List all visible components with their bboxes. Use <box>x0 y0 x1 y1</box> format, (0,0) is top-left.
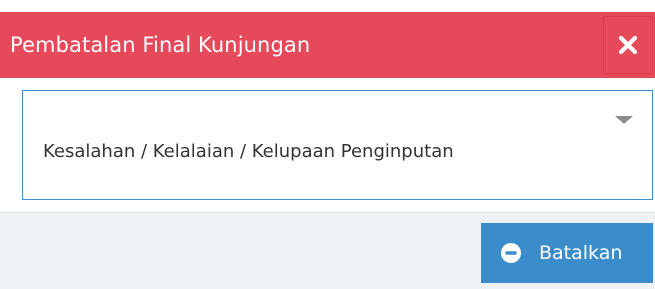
close-button[interactable] <box>603 16 653 74</box>
minus-circle-icon <box>501 243 521 263</box>
close-icon <box>618 35 638 55</box>
reason-select-value: Kesalahan / Kelalaian / Kelupaan Penginp… <box>43 141 454 162</box>
caret-down-icon <box>615 116 633 124</box>
dialog-footer: Batalkan <box>0 212 655 289</box>
dialog-title: Pembatalan Final Kunjungan <box>10 33 311 57</box>
cancel-visit-dialog: Pembatalan Final Kunjungan Kesalahan / K… <box>0 0 655 289</box>
cancel-button-label: Batalkan <box>539 242 623 264</box>
cancel-button[interactable]: Batalkan <box>481 223 653 283</box>
dialog-header: Pembatalan Final Kunjungan <box>0 12 655 78</box>
dialog-body: Kesalahan / Kelalaian / Kelupaan Penginp… <box>0 78 655 212</box>
reason-select[interactable]: Kesalahan / Kelalaian / Kelupaan Penginp… <box>22 90 653 200</box>
